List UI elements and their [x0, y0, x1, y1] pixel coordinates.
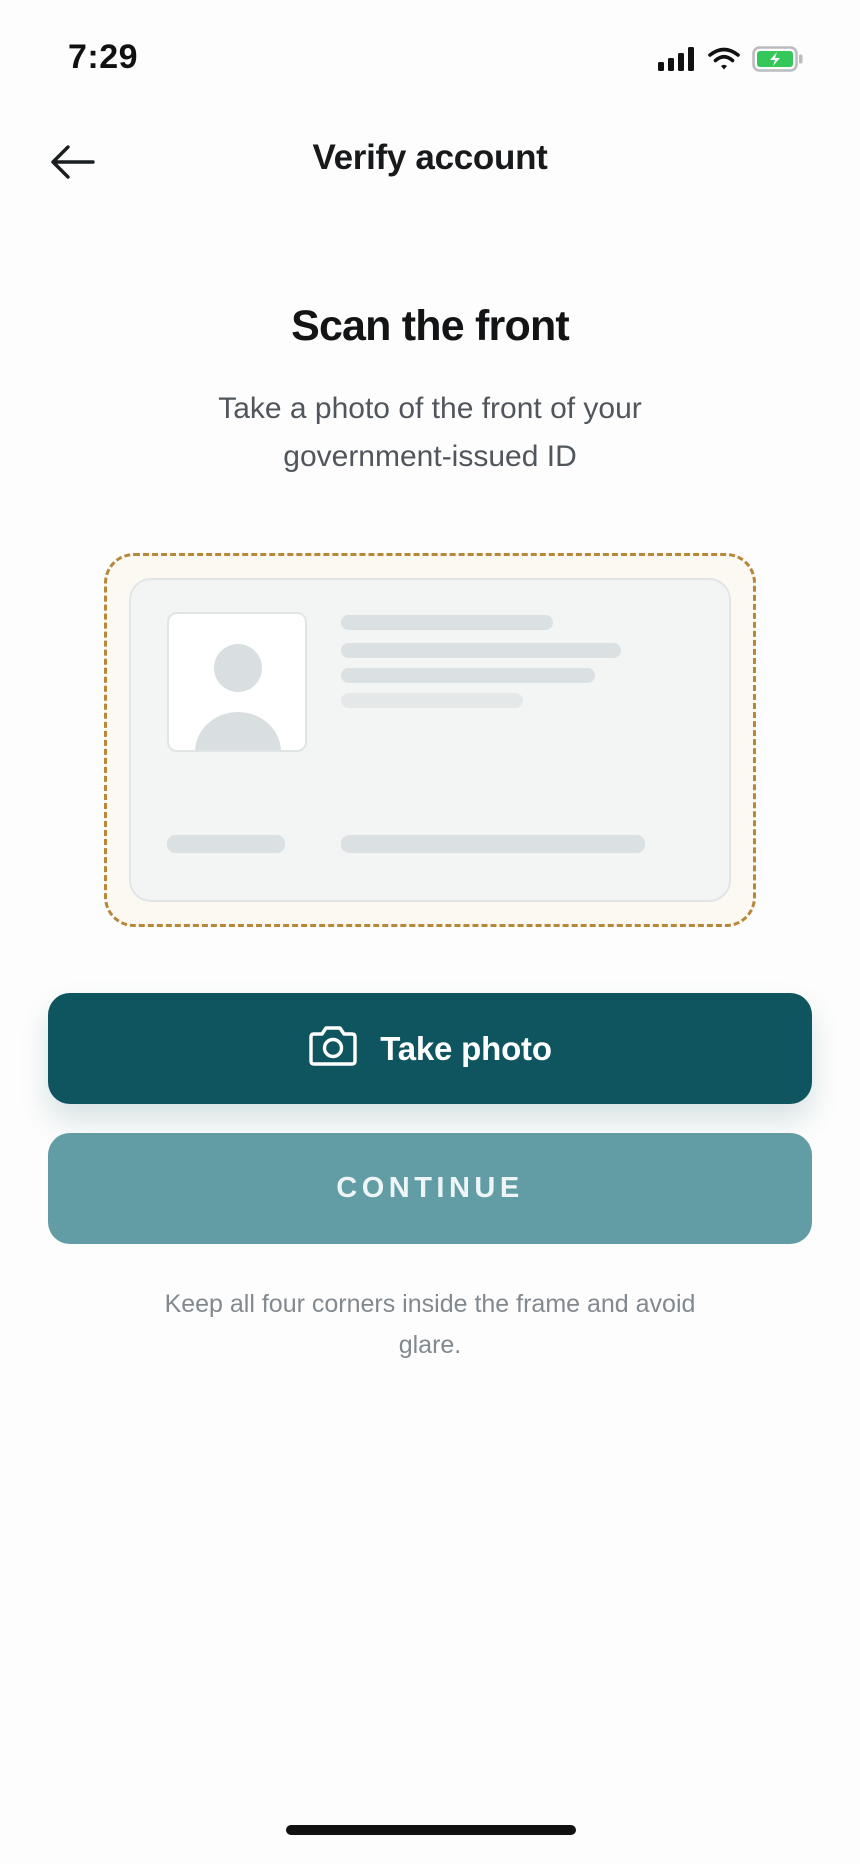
- navigation-header: Verify account: [0, 120, 860, 210]
- scan-frame: [104, 553, 756, 927]
- id-footer-line: [167, 835, 285, 853]
- id-footer-line: [341, 835, 645, 853]
- id-text-line: [341, 615, 553, 630]
- take-photo-button[interactable]: Take photo: [48, 993, 812, 1104]
- status-icons: [658, 44, 804, 74]
- id-portrait-placeholder: [167, 612, 307, 752]
- status-bar: 7:29: [0, 0, 860, 120]
- battery-charging-icon: [752, 46, 804, 72]
- id-card-placeholder: [129, 578, 731, 902]
- verify-account-screen: 7:29 Verify account Scan the front Take …: [0, 0, 860, 1864]
- home-indicator[interactable]: [286, 1825, 576, 1835]
- id-text-line: [341, 643, 621, 658]
- helper-text: Keep all four corners inside the frame a…: [164, 1290, 696, 1359]
- status-time: 7:29: [68, 38, 139, 76]
- id-text-line: [341, 693, 523, 708]
- page-title: Verify account: [312, 138, 548, 177]
- camera-icon: [308, 1025, 358, 1072]
- scan-heading: Scan the front: [291, 302, 570, 350]
- continue-label: CONTINUE: [336, 1172, 524, 1204]
- wifi-icon: [708, 47, 740, 71]
- id-text-line: [341, 668, 595, 683]
- cellular-signal-icon: [658, 47, 696, 71]
- portrait-shoulders-shape: [195, 712, 281, 750]
- scan-instructions: Take a photo of the front of your govern…: [218, 392, 642, 473]
- take-photo-label: Take photo: [380, 1029, 552, 1067]
- portrait-head-shape: [214, 644, 262, 692]
- continue-button[interactable]: CONTINUE: [48, 1133, 812, 1244]
